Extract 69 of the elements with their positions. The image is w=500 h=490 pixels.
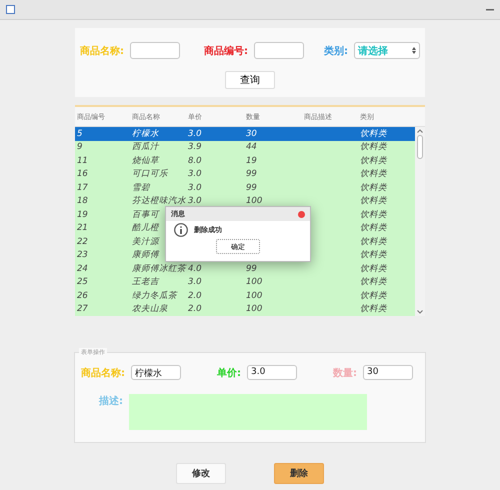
table-cell: 饮料类 xyxy=(360,182,387,194)
table-cell: 康师傅冰红茶 xyxy=(132,262,186,275)
table-cell: 4.0 xyxy=(188,264,202,274)
table-cell: 饮料类 xyxy=(360,276,387,288)
table-cell: 17 xyxy=(77,182,88,193)
table-cell: 99 xyxy=(246,264,257,274)
table-cell: 2.0 xyxy=(188,290,202,301)
table-cell: 18 xyxy=(77,196,88,206)
table-cell: 44 xyxy=(246,142,257,152)
table-cell: 24 xyxy=(77,264,88,274)
table-cell: 饮料类 xyxy=(360,303,387,316)
table-cell: 19 xyxy=(77,210,88,220)
table-cell: 99 xyxy=(246,169,257,180)
table-cell: 26 xyxy=(77,290,88,301)
table-cell: 8.0 xyxy=(188,156,202,166)
table-cell: 3.0 xyxy=(188,128,202,139)
field-label: 类别: xyxy=(324,44,348,58)
table-cell: 30 xyxy=(246,128,257,139)
table-cell: 饮料类 xyxy=(360,195,387,208)
table-cell: 3.0 xyxy=(188,182,202,193)
field-label: 单价: xyxy=(217,366,241,380)
table-cell: 3.0 xyxy=(188,196,202,206)
table-cell: 绿力冬瓜茶 xyxy=(132,290,177,302)
field-label: 商品名称: xyxy=(80,44,124,58)
table-cell: 22 xyxy=(77,236,88,247)
table-cell: 27 xyxy=(77,304,88,314)
table-cell: 2.0 xyxy=(188,304,202,314)
table-cell: 王老吉 xyxy=(132,276,159,288)
table-cell: 饮料类 xyxy=(360,208,387,221)
table-cell: 23 xyxy=(77,250,88,260)
table-cell: 芬达橙味汽水 xyxy=(132,195,186,208)
table-cell: 烧仙草 xyxy=(132,154,159,167)
table-cell: 3.0 xyxy=(188,277,202,288)
table-cell: 100 xyxy=(246,196,262,206)
table-cell: 雪碧 xyxy=(132,182,150,194)
table-cell: 酷儿橙 xyxy=(132,222,159,234)
table-cell: 100 xyxy=(246,304,262,314)
table-cell: 3.9 xyxy=(188,142,202,152)
table-cell: 饮料类 xyxy=(360,249,387,262)
table-cell: 16 xyxy=(77,169,88,180)
table-cell: 西瓜汁 xyxy=(132,141,159,154)
table-cell: 100 xyxy=(246,290,262,301)
table-cell: 柠檬水 xyxy=(132,128,159,140)
table-cell: 3.0 xyxy=(188,169,202,180)
table-cell: 美汁源 xyxy=(132,236,159,248)
table-cell: 康师傅 xyxy=(132,249,159,262)
field-label: 商品名称: xyxy=(81,366,125,380)
table-cell: 饮料类 xyxy=(360,290,387,302)
table-cell: 11 xyxy=(77,156,88,166)
table-cell: 21 xyxy=(77,223,88,234)
table-cell: 饮料类 xyxy=(360,236,387,248)
field-label: 商品编号: xyxy=(204,44,248,58)
table-cell: 饮料类 xyxy=(360,141,387,154)
table-cell: 饮料类 xyxy=(360,168,387,180)
table-cell: 百事可 xyxy=(132,208,159,221)
table-cell: 农夫山泉 xyxy=(132,303,168,316)
table-cell: 9 xyxy=(77,142,82,152)
field-label: 描述: xyxy=(99,394,123,408)
table-cell: 饮料类 xyxy=(360,154,387,167)
table-cell: 可口可乐 xyxy=(132,168,168,180)
table-cell: 饮料类 xyxy=(360,262,387,275)
field-label: 数量: xyxy=(333,366,357,380)
table-cell: 19 xyxy=(246,156,257,166)
table-cell: 饮料类 xyxy=(360,222,387,234)
table-cell: 100 xyxy=(246,277,262,288)
table-cell: 5 xyxy=(77,128,82,139)
table-cell: 饮料类 xyxy=(360,128,387,140)
table-cell: 99 xyxy=(246,182,257,193)
table-cell: 25 xyxy=(77,277,88,288)
